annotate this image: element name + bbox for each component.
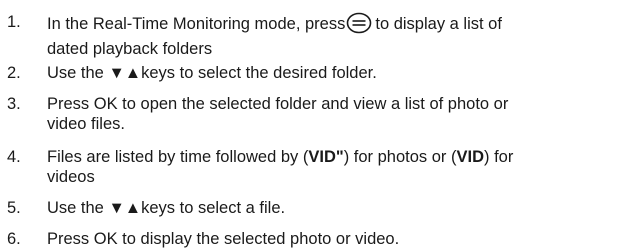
video-file-tag: VID bbox=[456, 148, 485, 166]
step-line: videos bbox=[47, 168, 95, 186]
step-text: Use the ▼▲keys to select a file. bbox=[47, 198, 617, 218]
step-text: Press OK to open the selected folder and… bbox=[47, 94, 617, 134]
step-line: Press OK to open the selected folder and… bbox=[47, 95, 509, 113]
step-text: In the Real-Time Monitoring mode, press t… bbox=[47, 12, 617, 59]
step-number: 5. bbox=[7, 199, 21, 217]
step-text-part: Files are listed by time followed by ( bbox=[47, 148, 309, 166]
step-text: Press OK to display the selected photo o… bbox=[47, 229, 617, 249]
step-line: Files are listed by time followed by (VI… bbox=[47, 147, 617, 167]
step-number: 1. bbox=[7, 13, 21, 31]
step-text-part: to display a list of bbox=[375, 15, 502, 33]
step-line: Use the ▼▲keys to select the desired fol… bbox=[47, 64, 377, 82]
step-text-part: ) for photos or ( bbox=[343, 148, 457, 166]
step-text: Use the ▼▲keys to select the desired fol… bbox=[47, 63, 617, 83]
step-line: Use the ▼▲keys to select a file. bbox=[47, 199, 286, 217]
step-text: Files are listed by time followed by (VI… bbox=[47, 147, 617, 187]
step-number: 2. bbox=[7, 64, 21, 82]
photo-file-tag: VID" bbox=[308, 148, 344, 166]
menu-button-icon bbox=[346, 12, 372, 39]
step-text-part: In the Real-Time Monitoring mode, press bbox=[47, 15, 346, 33]
step-line: dated playback folders bbox=[47, 40, 213, 58]
step-line: Press OK to display the selected photo o… bbox=[47, 230, 400, 248]
step-number: 3. bbox=[7, 95, 21, 113]
step-number: 4. bbox=[7, 148, 21, 166]
step-line: video files. bbox=[47, 115, 125, 133]
step-line: In the Real-Time Monitoring mode, press t… bbox=[47, 12, 617, 39]
step-number: 6. bbox=[7, 230, 21, 248]
step-text-part: ) for bbox=[484, 148, 514, 166]
